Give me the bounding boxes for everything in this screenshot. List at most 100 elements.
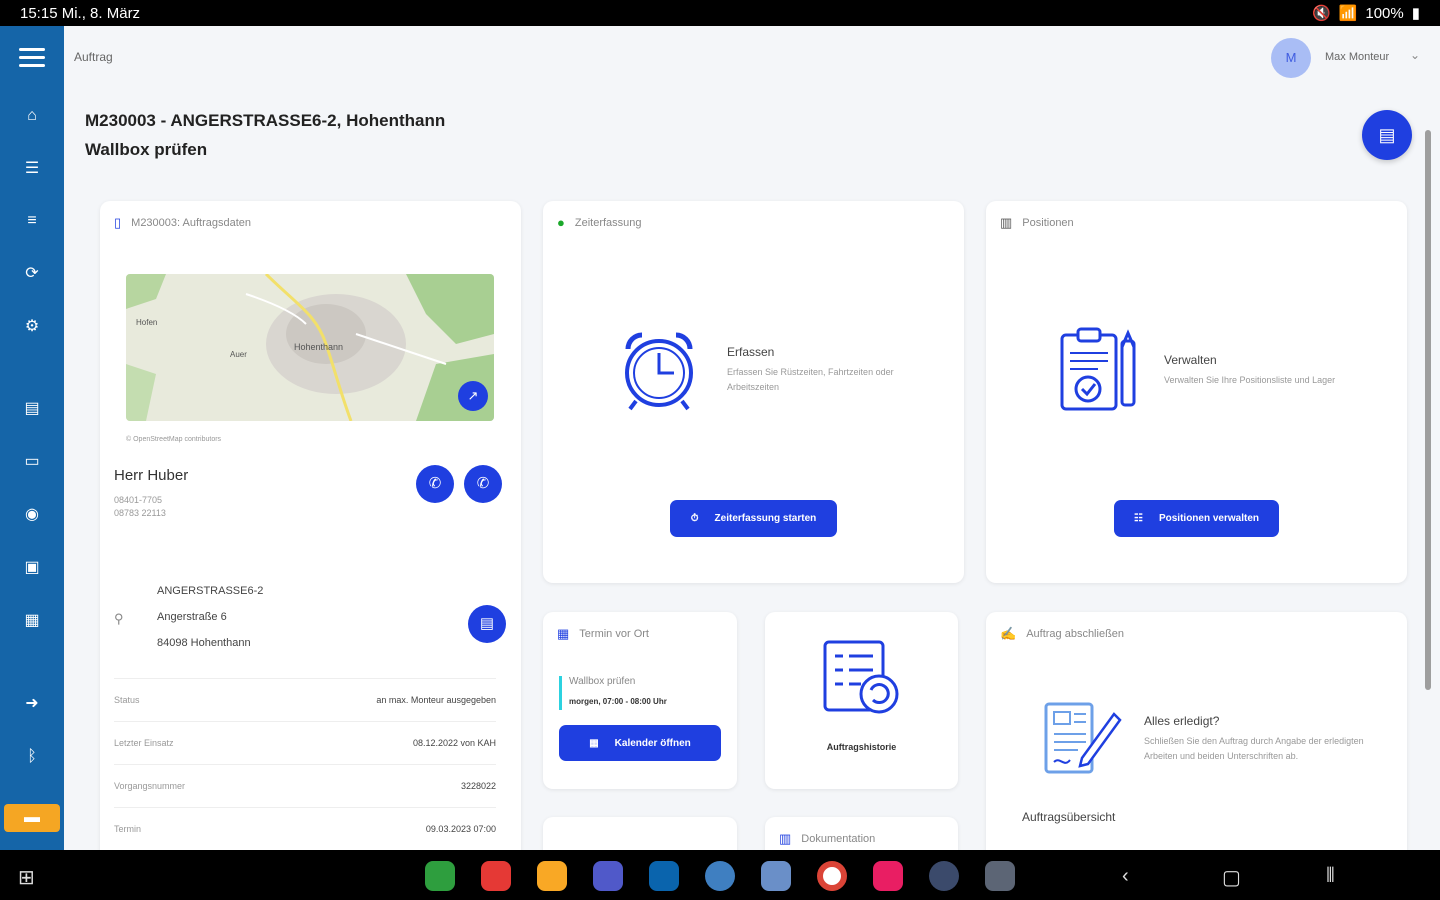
- info-label: Termin: [114, 824, 142, 834]
- card-header: ✍ Auftrag abschließen: [1000, 626, 1124, 642]
- gallery-app-icon[interactable]: [761, 861, 791, 891]
- info-row: Status an max. Monteur ausgegeben: [114, 678, 496, 721]
- folder-icon[interactable]: ▭: [22, 452, 42, 472]
- order-history-card[interactable]: Auftragshistorie: [765, 612, 958, 789]
- info-row: Vorgangsnummer 3228022: [114, 764, 496, 807]
- manage-positions-button[interactable]: ☷ Positionen verwalten: [1114, 500, 1279, 537]
- start-time-tracking-button[interactable]: ⏱ Zeiterfassung starten: [670, 500, 837, 537]
- home-icon[interactable]: ▢: [1222, 865, 1241, 890]
- calculator-app-icon[interactable]: [425, 861, 455, 891]
- call-button[interactable]: ✆: [416, 465, 454, 503]
- menu-icon[interactable]: [19, 48, 45, 68]
- camera-app-icon[interactable]: [873, 861, 903, 891]
- app-drawer-icon[interactable]: ⊞: [18, 865, 35, 890]
- info-value: an max. Monteur ausgegeben: [376, 695, 496, 705]
- checklist-icon[interactable]: ≡: [22, 211, 42, 231]
- open-calendar-button[interactable]: ▦ Kalender öffnen: [559, 725, 721, 761]
- open-external-icon[interactable]: ↗: [458, 381, 488, 411]
- history-label: Auftragshistorie: [826, 742, 897, 752]
- info-label: Vorgangsnummer: [114, 781, 186, 791]
- alarm-clock-icon: [625, 332, 693, 411]
- clipboard-check-icon: [1060, 327, 1136, 411]
- document-icon[interactable]: ▤: [22, 399, 42, 419]
- nav-rail: ⌂ ☰ ≡ ⟳ ⚙ ▤ ▭ ◉ ▣ ▦ ➜ ᛒ ▬: [0, 26, 64, 850]
- info-row: Letzter Einsatz 08.12.2022 von KAH: [114, 721, 496, 764]
- all-apps-icon[interactable]: [985, 861, 1015, 891]
- status-bar: 15:15 Mi., 8. März 🔇 📶 100% ▮: [0, 0, 1440, 26]
- card-title: Zeiterfassung: [574, 216, 642, 229]
- breadcrumb[interactable]: Auftrag: [74, 50, 113, 64]
- call-button[interactable]: ✆: [464, 465, 502, 503]
- card-action-title: Verwalten: [1164, 353, 1217, 367]
- card-header: ▦ Termin vor Ort: [557, 626, 649, 642]
- button-label: Zeiterfassung starten: [714, 513, 817, 524]
- outlook-app-icon[interactable]: [649, 861, 679, 891]
- info-label: Status: [114, 695, 140, 705]
- scrollbar[interactable]: [1425, 130, 1431, 690]
- bluetooth-icon[interactable]: ᛒ: [22, 747, 42, 767]
- card-title: Auftrag abschließen: [1026, 628, 1125, 640]
- recents-icon[interactable]: ⦀: [1326, 865, 1335, 888]
- page-subtitle: Wallbox prüfen: [85, 140, 208, 159]
- files-app-icon[interactable]: [537, 861, 567, 891]
- appointment-time: morgen, 07:00 - 08:00 Uhr: [569, 697, 667, 706]
- battery-level: 100%: [1365, 4, 1404, 22]
- list-icon[interactable]: ☰: [22, 159, 42, 179]
- card-action-title: Alles erledigt?: [1144, 714, 1220, 728]
- sync-icon[interactable]: ⟳: [22, 264, 42, 284]
- chrome-app-icon[interactable]: [817, 861, 847, 891]
- contact-card-fab[interactable]: ▤: [1362, 110, 1412, 160]
- chart-icon: ▥: [779, 831, 792, 846]
- avatar[interactable]: M: [1271, 38, 1311, 78]
- card-title: Positionen: [1022, 217, 1074, 229]
- card-action-title: Erfassen: [727, 345, 775, 359]
- logout-icon[interactable]: ➜: [22, 694, 42, 714]
- clipboard-icon: ▯: [114, 215, 122, 230]
- calendar-icon[interactable]: ▦: [22, 611, 42, 631]
- card-title: Dokumentation: [801, 833, 876, 845]
- signature-icon: ✍: [1000, 626, 1017, 641]
- wifi-icon: 📶: [1338, 5, 1358, 22]
- appointment-title[interactable]: Wallbox prüfen: [569, 676, 635, 687]
- id-card-icon: ▤: [1378, 125, 1396, 145]
- info-row: Termin 09.03.2023 07:00: [114, 807, 496, 850]
- address-line: ANGERSTRASSE6-2: [157, 585, 264, 597]
- order-overview-link[interactable]: Auftragsübersicht: [1022, 810, 1115, 824]
- positions-card: ▥ Positionen Verwalten Verwalten Sie Ihr…: [986, 201, 1407, 583]
- info-label: Letzter Einsatz: [114, 738, 174, 748]
- map-label: Hofen: [136, 318, 158, 327]
- card-title: Termin vor Ort: [579, 628, 649, 640]
- timer-icon: ⏱: [690, 513, 699, 524]
- map-preview[interactable]: Hofen Hohenthann Auer ↗: [126, 274, 494, 421]
- info-value: 09.03.2023 07:00: [425, 824, 496, 834]
- settings-app-icon[interactable]: [929, 861, 959, 891]
- address-line: 84098 Hohenthann: [157, 637, 251, 649]
- chevron-down-icon[interactable]: ⌄: [1410, 48, 1420, 62]
- contact-phone: 08401-7705: [114, 495, 163, 505]
- contact-name: Herr Huber: [114, 467, 189, 484]
- notes-app-icon[interactable]: [481, 861, 511, 891]
- special-action-icon[interactable]: ▬: [4, 804, 60, 832]
- card-title: M230003: Auftragsdaten: [131, 217, 252, 229]
- card-header: ▥ Positionen: [1000, 215, 1074, 231]
- calendar-icon: ▦: [589, 737, 599, 749]
- status-time: 15:15: [20, 4, 58, 22]
- info-value: 08.12.2022 von KAH: [412, 738, 496, 748]
- browser-app-icon[interactable]: [705, 861, 735, 891]
- phone-icon: ✆: [428, 475, 442, 492]
- app-header: Auftrag M Max Monteur ⌄: [64, 26, 1440, 88]
- card-header: ▯ M230003: Auftragsdaten: [114, 215, 251, 231]
- close-order-card: ✍ Auftrag abschließen Alles erledigt? Sc…: [986, 612, 1407, 872]
- settings-icon[interactable]: ⚙: [22, 317, 42, 337]
- history-list-icon: [823, 640, 899, 714]
- clipboard-icon[interactable]: ▣: [22, 558, 42, 578]
- address-card-button[interactable]: ▤: [468, 605, 506, 643]
- back-icon[interactable]: ‹: [1122, 865, 1129, 888]
- home-icon[interactable]: ⌂: [22, 106, 42, 126]
- teams-app-icon[interactable]: [593, 861, 623, 891]
- location-icon[interactable]: ◉: [22, 505, 42, 525]
- clock-icon: ●: [557, 215, 565, 230]
- user-name[interactable]: Max Monteur: [1325, 51, 1389, 63]
- inventory-icon: ▥: [1000, 215, 1013, 230]
- card-action-desc: Schließen Sie den Auftrag durch Angabe d…: [1144, 736, 1364, 761]
